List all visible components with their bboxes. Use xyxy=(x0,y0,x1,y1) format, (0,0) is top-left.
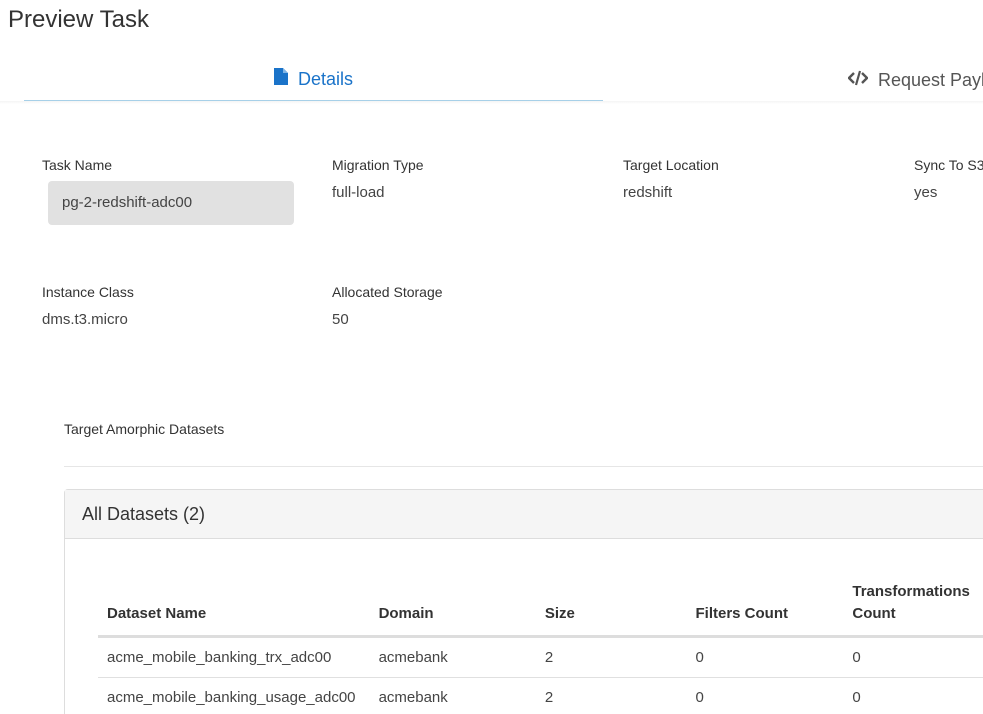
code-icon xyxy=(847,70,878,91)
allocated-storage-label: Allocated Storage xyxy=(332,284,443,300)
size-cell: 2 xyxy=(535,636,687,678)
sync-to-s3-label: Sync To S3 xyxy=(914,157,983,173)
target-datasets-label: Target Amorphic Datasets xyxy=(64,421,225,437)
filters-count-cell: 0 xyxy=(686,636,844,678)
instance-class-field: Instance Class dms.t3.micro xyxy=(42,284,134,328)
column-header-size[interactable]: Size xyxy=(535,578,687,638)
sync-to-s3-field: Sync To S3 yes xyxy=(914,157,983,201)
migration-type-field: Migration Type full-load xyxy=(332,157,424,201)
document-icon xyxy=(273,68,298,90)
tab-details-label: Details xyxy=(297,68,354,89)
instance-class-value: dms.t3.micro xyxy=(42,311,128,328)
table-header-row: Dataset Name Domain Size Filters Count T… xyxy=(98,578,983,638)
column-header-dataset-name[interactable]: Dataset Name xyxy=(98,578,370,638)
tab-bar-divider xyxy=(0,101,983,104)
task-name-input[interactable]: pg-2-redshift-adc00 xyxy=(48,181,294,225)
task-name-field: Task Name xyxy=(42,157,112,173)
table-row[interactable]: acme_mobile_banking_usage_adc00 acmebank… xyxy=(98,677,983,714)
sync-to-s3-value: yes xyxy=(914,184,938,201)
target-location-label: Target Location xyxy=(623,157,719,173)
transformations-count-cell: 0 xyxy=(843,677,983,714)
tab-request-payload-label: Request Payload xyxy=(878,69,983,90)
migration-type-value: full-load xyxy=(332,184,385,201)
size-cell: 2 xyxy=(535,677,687,714)
domain-cell: acmebank xyxy=(369,677,536,714)
migration-type-label: Migration Type xyxy=(332,157,424,173)
filters-count-cell: 0 xyxy=(686,677,844,714)
table-row[interactable]: acme_mobile_banking_trx_adc00 acmebank 2… xyxy=(98,636,983,678)
tab-request-payload[interactable]: Request Payload xyxy=(603,58,983,102)
target-location-field: Target Location redshift xyxy=(623,157,719,201)
domain-cell: acmebank xyxy=(369,636,536,678)
section-divider xyxy=(64,466,983,467)
column-header-filters-count[interactable]: Filters Count xyxy=(686,578,844,638)
datasets-panel-title: All Datasets (2) xyxy=(65,490,983,539)
task-name-label: Task Name xyxy=(42,157,113,173)
tab-details[interactable]: Details xyxy=(24,58,603,103)
allocated-storage-value: 50 xyxy=(332,311,349,328)
column-header-domain[interactable]: Domain xyxy=(369,578,536,638)
transformations-count-cell: 0 xyxy=(843,636,983,678)
page-title: Preview Task xyxy=(8,6,149,33)
dataset-name-cell: acme_mobile_banking_trx_adc00 xyxy=(98,636,370,678)
target-location-value: redshift xyxy=(623,184,673,201)
tab-bar: Details Request Payload xyxy=(0,58,983,104)
allocated-storage-field: Allocated Storage 50 xyxy=(332,284,443,328)
datasets-table: Dataset Name Domain Size Filters Count T… xyxy=(98,578,983,714)
dataset-name-cell: acme_mobile_banking_usage_adc00 xyxy=(98,677,370,714)
column-header-transformations-count[interactable]: Transformations Count xyxy=(843,578,983,638)
instance-class-label: Instance Class xyxy=(42,284,134,300)
